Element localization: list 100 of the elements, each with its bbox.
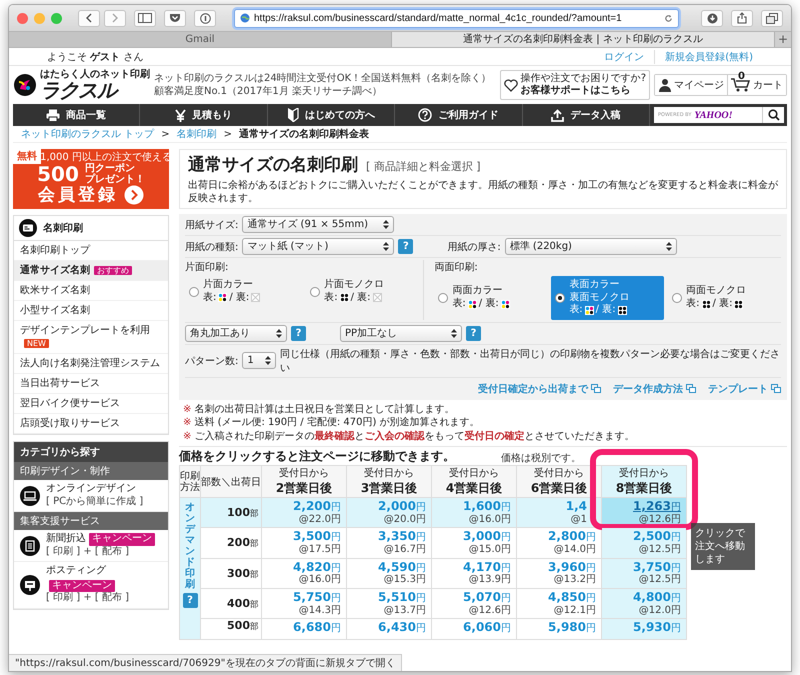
page-title: 通常サイズの名刺印刷 (188, 154, 358, 176)
radio-icon (555, 292, 566, 303)
share-button[interactable] (731, 10, 753, 26)
cart-icon (731, 78, 751, 92)
newspaper-icon (20, 536, 40, 556)
cmyk-dots-icon (584, 306, 594, 315)
forward-icon (111, 13, 119, 23)
new-tab-button[interactable]: + (775, 32, 791, 47)
upload-icon (551, 108, 564, 122)
header-link[interactable]: 新規会員登録(無料) (654, 50, 763, 64)
dropdown-arrow-icon (383, 242, 390, 251)
breadcrumb-separator: > (161, 128, 170, 140)
window-icon (686, 384, 696, 393)
cmyk-dots-icon (218, 293, 228, 302)
thickness-select[interactable]: 標準 (220kg) (504, 238, 677, 255)
category-item-label: オンラインデザイン (46, 483, 136, 496)
window-icon (591, 384, 601, 393)
info-button[interactable] (194, 10, 216, 26)
nav-item[interactable]: データ入稿 (522, 104, 650, 126)
status-bar: "https://raksul.com/businesscard/706929"を現在のタブの背面に新規タブで開く (9, 654, 402, 671)
tagline-text: ネット印刷のラクスルは24時間注文受付OK！全国送料無料（名刺を除く） (154, 72, 492, 85)
globe-icon (240, 13, 250, 23)
laptop-icon (20, 486, 40, 506)
tabs-icon (766, 12, 778, 24)
badge: NEW (24, 339, 49, 348)
breadcrumb-link[interactable]: ネット印刷のラクスル トップ (21, 127, 154, 141)
address-bar[interactable]: https://raksul.com/businesscard/standard/matte_normal_4c1c_rounded/?amount=1 (234, 8, 679, 28)
four-dots-icon (618, 306, 627, 315)
sidebar-item-label: 通常サイズ名刺 (20, 265, 90, 276)
page-subtitle: [ 商品詳細と料金選択 ] (366, 159, 481, 174)
sidebar-item[interactable]: 通常サイズ名刺 おすすめ (14, 261, 168, 281)
nav-item[interactable]: ご利用ガイド (395, 104, 523, 126)
column-header: 受付日から 3営業日後 (346, 466, 432, 498)
tax-note: 価格は税別です。 (501, 452, 581, 465)
print-option[interactable]: 片面カラー 表: / 裏: (185, 276, 302, 307)
print-option[interactable]: 両面カラー 表: / 裏: (434, 282, 548, 314)
paper-select[interactable]: マット紙 (マット) (242, 238, 394, 255)
pattern-select[interactable]: 1 (242, 352, 276, 369)
column-header: 受付日から 4営業日後 (432, 466, 516, 498)
share-icon (737, 12, 747, 24)
dropdown-arrow-icon (451, 328, 457, 338)
search-button[interactable] (762, 107, 784, 123)
sidebar-item[interactable]: 欧米サイズ名刺 (14, 281, 168, 301)
sidebar-item[interactable]: 店頭受け取りサービス (14, 414, 168, 434)
browser-tab[interactable]: Gmail (9, 32, 392, 47)
nav-item[interactable]: 商品一覧 (13, 104, 140, 126)
window-icon (771, 384, 781, 393)
sidebar-item[interactable]: 当日出荷サービス (14, 374, 168, 394)
sidebar-item[interactable]: デザインテンプレートを利用 NEW (14, 321, 168, 354)
note-mark: ※ (183, 404, 192, 414)
help-button[interactable]: ? (291, 326, 306, 340)
coating-select[interactable]: PP加工なし (340, 324, 462, 342)
four-dots-icon (702, 300, 711, 308)
help-button[interactable]: ? (398, 239, 414, 254)
category-item-note: [ 印刷 ] + [ 配布 ] (46, 546, 130, 558)
category-item[interactable]: ポスティング キャンペーン [ 印刷 ] + [ 配布 ] (14, 562, 168, 608)
column-header: 受付日から 8営業日後 (602, 466, 686, 498)
support-button[interactable]: 操作や注文でお困りですか? お客様サポートはこちら (500, 70, 650, 100)
help-button[interactable]: ? (466, 326, 481, 340)
dropdown-arrow-icon (666, 242, 672, 251)
badge: キャンペーン (89, 533, 155, 546)
nav-item[interactable]: はじめての方へ (268, 104, 396, 126)
intro-text: 出荷日に余裕があるほどおトクにご購入いただくことができます。用紙の種類・厚さ・加工の有無などを変更すると料金表に料金が反映されます。 (188, 179, 778, 205)
sidebar-item-label: 小型サイズ名刺 (20, 305, 90, 316)
category-item[interactable]: 新聞折込 キャンペーン [ 印刷 ] + [ 配布 ] (14, 530, 168, 562)
header-link[interactable]: ログイン (594, 50, 654, 64)
field-label: パターン数: (185, 354, 238, 368)
breadcrumb-link[interactable]: 名刺印刷 (176, 127, 217, 141)
nav-item[interactable]: 見積もり (140, 104, 268, 126)
download-button[interactable] (701, 10, 723, 26)
logo-text: ラクスル (40, 80, 118, 100)
dropdown-arrow-icon (383, 220, 390, 229)
sidebar-item[interactable]: 翌日バイク便サービス (14, 394, 168, 414)
category-item-note: [ PCから簡単に作成 ] (46, 496, 144, 508)
yen-icon (175, 108, 186, 122)
tabs-overview-button[interactable] (761, 10, 783, 26)
welcome-text: ようこそ ゲスト さん (47, 50, 144, 64)
reload-icon[interactable] (664, 14, 673, 22)
browser-tab[interactable]: 通常サイズの名刺印刷料金表 | ネット印刷のラクスル (392, 32, 775, 47)
print-option[interactable]: 両面モノクロ 表: / 裏: (668, 282, 782, 314)
help-button[interactable]: ? (182, 593, 198, 608)
category-title: カテゴリから探す (14, 442, 168, 462)
print-option[interactable]: 表面カラー 裏面モノクロ 表: / 裏: (551, 276, 664, 320)
tagline-text: 顧客満足度No.1（2017年1月 楽天リサーチ調べ） (154, 85, 383, 98)
corner-select[interactable]: 角丸加工あり (185, 324, 287, 342)
sidebar-item[interactable]: 法人向け名刺発注管理システム (14, 354, 168, 374)
business-card-icon (19, 219, 37, 237)
pocket-button[interactable] (164, 10, 186, 26)
back-button[interactable] (78, 10, 100, 26)
sidebar-item[interactable]: 小型サイズ名刺 (14, 301, 168, 321)
size-select[interactable]: 通常サイズ (91 × 55mm) (242, 216, 394, 233)
breadcrumb-current: 通常サイズの名刺印刷料金表 (238, 128, 369, 141)
print-option[interactable]: 片面モノクロ 表: / 裏: (306, 276, 424, 307)
badge: キャンペーン (49, 580, 115, 592)
note-text: 送料 (メール便: 190円 / 宅配便: 470円) が別途加算されます。 (194, 417, 480, 428)
banner-cta: 会員登録 (38, 186, 118, 204)
tooltip: クリックで注文へ移動します (691, 523, 755, 570)
pocket-icon (169, 13, 181, 23)
note-text: ご入稿された印刷データの最終確認とご入会の確認をもって受付日の確定とさせていただきます。 (194, 430, 634, 442)
sidebar-button[interactable] (134, 10, 156, 26)
